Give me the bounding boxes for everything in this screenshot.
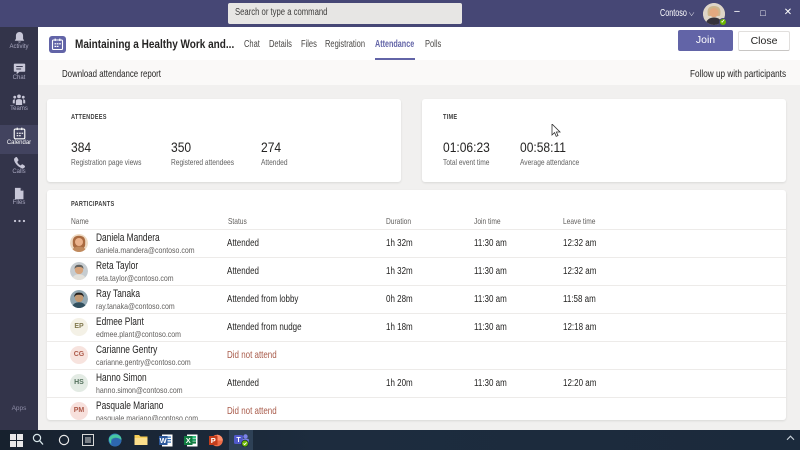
svg-text:T: T (236, 437, 241, 444)
svg-text:W: W (160, 436, 168, 445)
svg-text:X: X (186, 436, 191, 445)
svg-text:P: P (211, 436, 216, 445)
